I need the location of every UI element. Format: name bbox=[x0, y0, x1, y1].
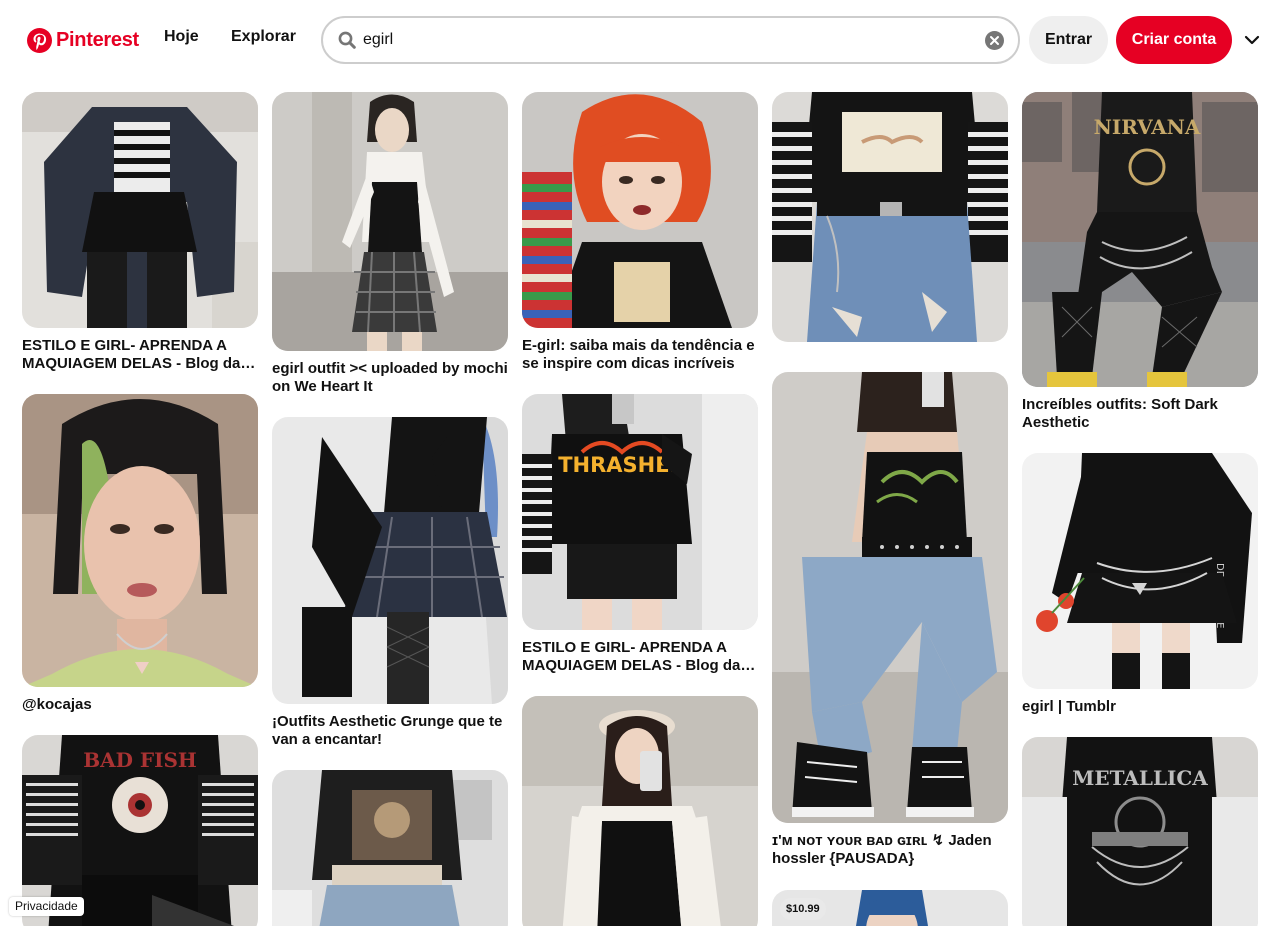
pin-image[interactable]: NIRVANA bbox=[1022, 92, 1258, 387]
pin-card[interactable] bbox=[272, 770, 508, 926]
pin-image[interactable]: $10.99 bbox=[772, 890, 1008, 926]
pin-card[interactable]: egirl outfit >< uploaded by mochi on We … bbox=[272, 92, 508, 397]
pin-card[interactable]: E-girl: saiba mais da tendência e se ins… bbox=[522, 92, 758, 382]
pin-title[interactable]: E-girl: saiba mais da tendência e se ins… bbox=[522, 337, 758, 373]
pin-card[interactable]: METALLICA bbox=[1022, 737, 1258, 926]
pin-card[interactable]: ¡Outfits Aesthetic Grunge que te van a e… bbox=[272, 417, 508, 757]
pin-image[interactable] bbox=[522, 696, 758, 926]
pin-title[interactable]: ¡Outfits Aesthetic Grunge que te van a e… bbox=[272, 713, 508, 749]
pin-title[interactable]: @kocajas bbox=[22, 696, 258, 714]
svg-text:BAD FISH: BAD FISH bbox=[83, 748, 197, 772]
svg-text:METALLICA: METALLICA bbox=[1072, 766, 1208, 790]
price-badge: $10.99 bbox=[780, 898, 826, 920]
search-bar[interactable] bbox=[321, 16, 1020, 64]
nav-today[interactable]: Hoje bbox=[164, 28, 199, 46]
search-input[interactable] bbox=[363, 28, 963, 52]
pin-card[interactable]: $10.99 bbox=[772, 890, 1008, 926]
login-button[interactable]: Entrar bbox=[1029, 16, 1108, 64]
nav-explore[interactable]: Explorar bbox=[231, 28, 296, 46]
pin-card[interactable]: ESTILO E GIRL- APRENDA A MAQUIAGEM DELAS… bbox=[22, 92, 258, 382]
search-icon bbox=[338, 31, 356, 49]
pin-card[interactable]: DEAD INSIDE egirl | Tumblr bbox=[1022, 453, 1258, 723]
pin-image[interactable]: METALLICA bbox=[1022, 737, 1258, 926]
svg-text:NIRVANA: NIRVANA bbox=[1094, 115, 1201, 139]
pin-card[interactable] bbox=[772, 92, 1008, 342]
pin-title[interactable]: ESTILO E GIRL- APRENDA A MAQUIAGEM DELAS… bbox=[22, 337, 258, 373]
pin-title[interactable]: ɪ'ᴍ ɴᴏᴛ ʏᴏᴜʀ ʙᴀᴅ ɢɪʀʟ ↯ Jaden hossler {P… bbox=[772, 832, 1008, 868]
chevron-down-icon[interactable] bbox=[1243, 32, 1261, 48]
pinterest-icon bbox=[27, 27, 52, 53]
pin-card[interactable]: ɪ'ᴍ ɴᴏᴛ ʏᴏᴜʀ ʙᴀᴅ ɢɪʀʟ ↯ Jaden hossler {P… bbox=[772, 372, 1008, 872]
pin-title[interactable]: Increíbles outfits: Soft Dark Aesthetic bbox=[1022, 396, 1258, 432]
pin-image[interactable] bbox=[772, 92, 1008, 342]
pin-image[interactable]: DEAD INSIDE bbox=[1022, 453, 1258, 689]
top-bar: Pinterest Hoje Explorar Entrar Criar con… bbox=[0, 0, 1280, 80]
pin-title[interactable]: egirl outfit >< uploaded by mochi on We … bbox=[272, 360, 508, 396]
pin-card[interactable] bbox=[522, 696, 758, 926]
pin-image[interactable] bbox=[522, 92, 758, 328]
privacy-link[interactable]: Privacidade bbox=[9, 897, 84, 916]
pin-card[interactable]: NIRVANA Increíbles outfits: Soft Dark Ae… bbox=[1022, 92, 1258, 437]
pin-image[interactable] bbox=[272, 770, 508, 926]
pin-title[interactable]: ESTILO E GIRL- APRENDA A MAQUIAGEM DELAS… bbox=[522, 639, 758, 675]
pin-card[interactable]: @kocajas bbox=[22, 394, 258, 724]
brand-name: Pinterest bbox=[56, 28, 139, 51]
pin-image[interactable]: THRASHER bbox=[522, 394, 758, 630]
pin-image[interactable] bbox=[272, 92, 508, 351]
clear-icon[interactable] bbox=[985, 31, 1004, 50]
signup-button[interactable]: Criar conta bbox=[1116, 16, 1232, 64]
pinterest-logo[interactable]: Pinterest bbox=[27, 27, 139, 53]
pin-image[interactable] bbox=[772, 372, 1008, 823]
pin-image[interactable] bbox=[22, 394, 258, 687]
pin-image[interactable] bbox=[272, 417, 508, 704]
pin-title[interactable]: egirl | Tumblr bbox=[1022, 698, 1258, 716]
pin-image[interactable] bbox=[22, 92, 258, 328]
pin-card[interactable]: THRASHER ESTILO E GIRL- APRENDA A MAQUIA… bbox=[522, 394, 758, 684]
